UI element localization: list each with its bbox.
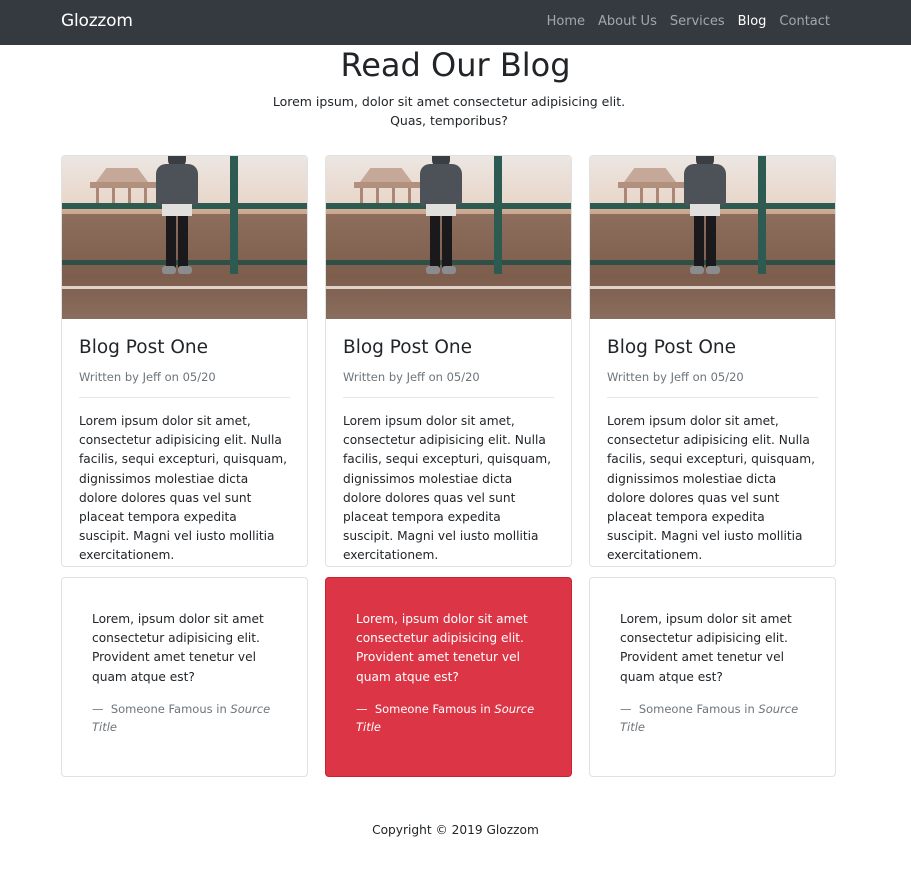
nav-link-about-us[interactable]: About Us — [598, 14, 657, 29]
blog-card-text: Lorem ipsum dolor sit amet, consectetur … — [79, 414, 288, 563]
quote-card: Lorem, ipsum dolor sit amet consectetur … — [61, 577, 308, 777]
blog-card-image — [326, 156, 571, 319]
footer-copyright: Copyright © 2019 Glozzom — [372, 823, 539, 837]
quote-dash: — — [356, 701, 368, 716]
quote-dash: — — [92, 701, 104, 716]
nav-link-blog[interactable]: Blog — [738, 14, 767, 29]
top-navbar: Glozzom Home About Us Services Blog Cont… — [0, 0, 911, 45]
nav-link-home[interactable]: Home — [547, 14, 585, 29]
nav-links: Home About Us Services Blog Contact — [547, 14, 830, 29]
blog-card-meta: Written by Jeff on 05/20 — [79, 370, 290, 398]
page-lead: Lorem ipsum, dolor sit amet consectetur … — [272, 94, 626, 128]
quote-card-featured: Lorem, ipsum dolor sit amet consectetur … — [325, 577, 572, 777]
quote-text: Lorem, ipsum dolor sit amet consectetur … — [620, 612, 792, 684]
blog-card-text: Lorem ipsum dolor sit amet, consectetur … — [607, 414, 816, 563]
blog-card-text: Lorem ipsum dolor sit amet, consectetur … — [343, 414, 552, 563]
blog-card: Blog Post One Written by Jeff on 05/20 L… — [61, 155, 308, 567]
blog-card-body: Blog Post One Written by Jeff on 05/20 L… — [590, 319, 835, 566]
blog-card-body: Blog Post One Written by Jeff on 05/20 L… — [326, 319, 571, 566]
nav-link-services[interactable]: Services — [670, 14, 725, 29]
quote-author: Someone Famous in — [110, 701, 227, 716]
quote-footer: — Someone Famous in Source Title — [620, 700, 805, 736]
quote-footer: — Someone Famous in Source Title — [356, 700, 541, 736]
blog-card-title: Blog Post One — [79, 337, 209, 358]
blog-card-title: Blog Post One — [607, 337, 737, 358]
blog-card-meta: Written by Jeff on 05/20 — [343, 370, 554, 398]
blog-card-meta: Written by Jeff on 05/20 — [607, 370, 818, 398]
blog-card-image — [62, 156, 307, 319]
blog-card: Blog Post One Written by Jeff on 05/20 L… — [589, 155, 836, 567]
blog-card: Blog Post One Written by Jeff on 05/20 L… — [325, 155, 572, 567]
quote-author: Someone Famous in — [374, 701, 491, 716]
quote-footer: — Someone Famous in Source Title — [92, 700, 277, 736]
quote-text: Lorem, ipsum dolor sit amet consectetur … — [356, 612, 528, 684]
brand-logo[interactable]: Glozzom — [61, 11, 133, 31]
page-title: Read Our Blog — [340, 46, 571, 84]
blog-card-image — [590, 156, 835, 319]
blog-card-title: Blog Post One — [343, 337, 473, 358]
quote-card: Lorem, ipsum dolor sit amet consectetur … — [589, 577, 836, 777]
quote-author: Someone Famous in — [638, 701, 755, 716]
quote-text: Lorem, ipsum dolor sit amet consectetur … — [92, 612, 264, 684]
quote-dash: — — [620, 701, 632, 716]
nav-link-contact[interactable]: Contact — [779, 14, 830, 29]
blog-card-body: Blog Post One Written by Jeff on 05/20 L… — [62, 319, 307, 566]
